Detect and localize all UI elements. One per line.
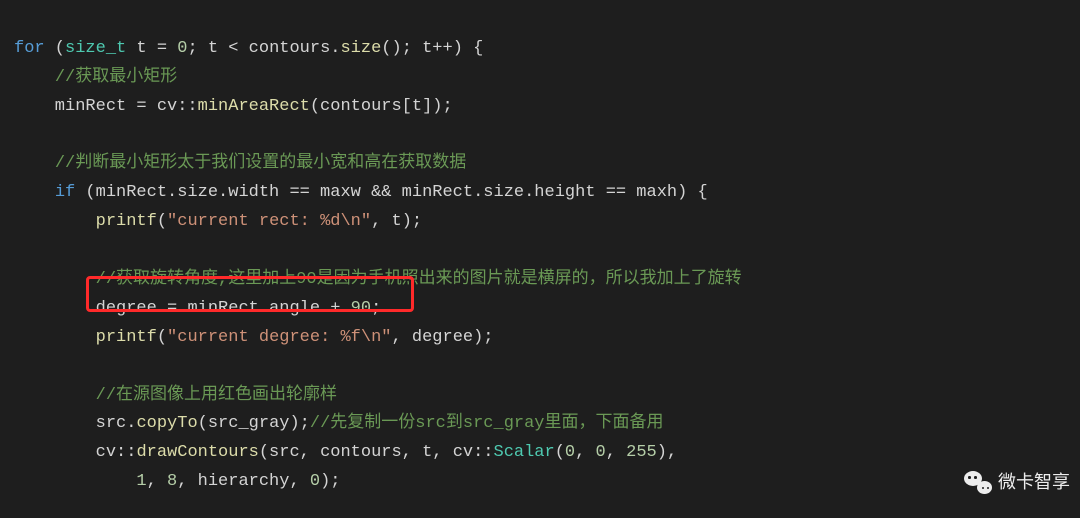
indent	[14, 212, 96, 231]
text: (src_gray);	[198, 414, 310, 433]
string-literal: "current degree: %f\n"	[167, 328, 391, 347]
paren: (	[555, 443, 565, 462]
comment: //判断最小矩形太于我们设置的最小宽和高在获取数据	[55, 154, 466, 173]
comma: ,	[575, 443, 595, 462]
comma: ,	[147, 472, 167, 491]
literal-255: 255	[626, 443, 657, 462]
text: ; t < contours.	[187, 39, 340, 58]
text: (); t++) {	[381, 39, 483, 58]
literal-1: 1	[136, 472, 146, 491]
call-printf: printf	[96, 328, 157, 347]
keyword-for: for	[14, 39, 45, 58]
watermark: 微卡智享	[964, 467, 1070, 498]
call-drawContours: drawContours	[136, 443, 258, 462]
text: ),	[657, 443, 677, 462]
text: , degree);	[391, 328, 493, 347]
call-minAreaRect: minAreaRect	[198, 97, 310, 116]
call-copyTo: copyTo	[136, 414, 197, 433]
indent	[14, 414, 96, 433]
text: (src, contours, t, cv::	[259, 443, 494, 462]
comment: //获取最小矩形	[55, 68, 177, 87]
indent	[14, 328, 96, 347]
literal-0: 0	[177, 39, 187, 58]
text: (minRect.size.width == maxw && minRect.s…	[75, 183, 708, 202]
stmt-degree: degree = minRect.angle +	[96, 299, 351, 318]
literal-0: 0	[596, 443, 606, 462]
text: t =	[126, 39, 177, 58]
paren: (	[45, 39, 65, 58]
comment-inline: //先复制一份src到src_gray里面，下面备用	[310, 414, 664, 433]
literal-0: 0	[310, 472, 320, 491]
comma: ,	[606, 443, 626, 462]
text: );	[320, 472, 340, 491]
type-size_t: size_t	[65, 39, 126, 58]
comment: //获取旋转角度,这里加上90是因为手机照出来的图片就是横屏的，所以我加上了旋转	[96, 270, 742, 289]
literal-0: 0	[565, 443, 575, 462]
wechat-icon	[964, 471, 992, 494]
text: , t);	[371, 212, 422, 231]
ns: cv::	[96, 443, 137, 462]
indent	[14, 443, 96, 462]
watermark-text: 微卡智享	[998, 467, 1070, 498]
literal-90: 90	[351, 299, 371, 318]
paren: (	[157, 212, 167, 231]
code-block: for (size_t t = 0; t < contours.size(); …	[14, 6, 1080, 497]
call-size: size	[340, 39, 381, 58]
indent	[14, 299, 96, 318]
text: minRect = cv::	[14, 97, 198, 116]
text: , hierarchy,	[177, 472, 310, 491]
call-printf: printf	[96, 212, 157, 231]
string-literal: "current rect: %d\n"	[167, 212, 371, 231]
paren: (	[157, 328, 167, 347]
keyword-if: if	[55, 183, 75, 202]
semi: ;	[371, 299, 381, 318]
type-Scalar: Scalar	[494, 443, 555, 462]
literal-8: 8	[167, 472, 177, 491]
comment: //在源图像上用红色画出轮廓样	[96, 386, 337, 405]
text: (contours[t]);	[310, 97, 453, 116]
text: src.	[96, 414, 137, 433]
indent	[14, 472, 136, 491]
